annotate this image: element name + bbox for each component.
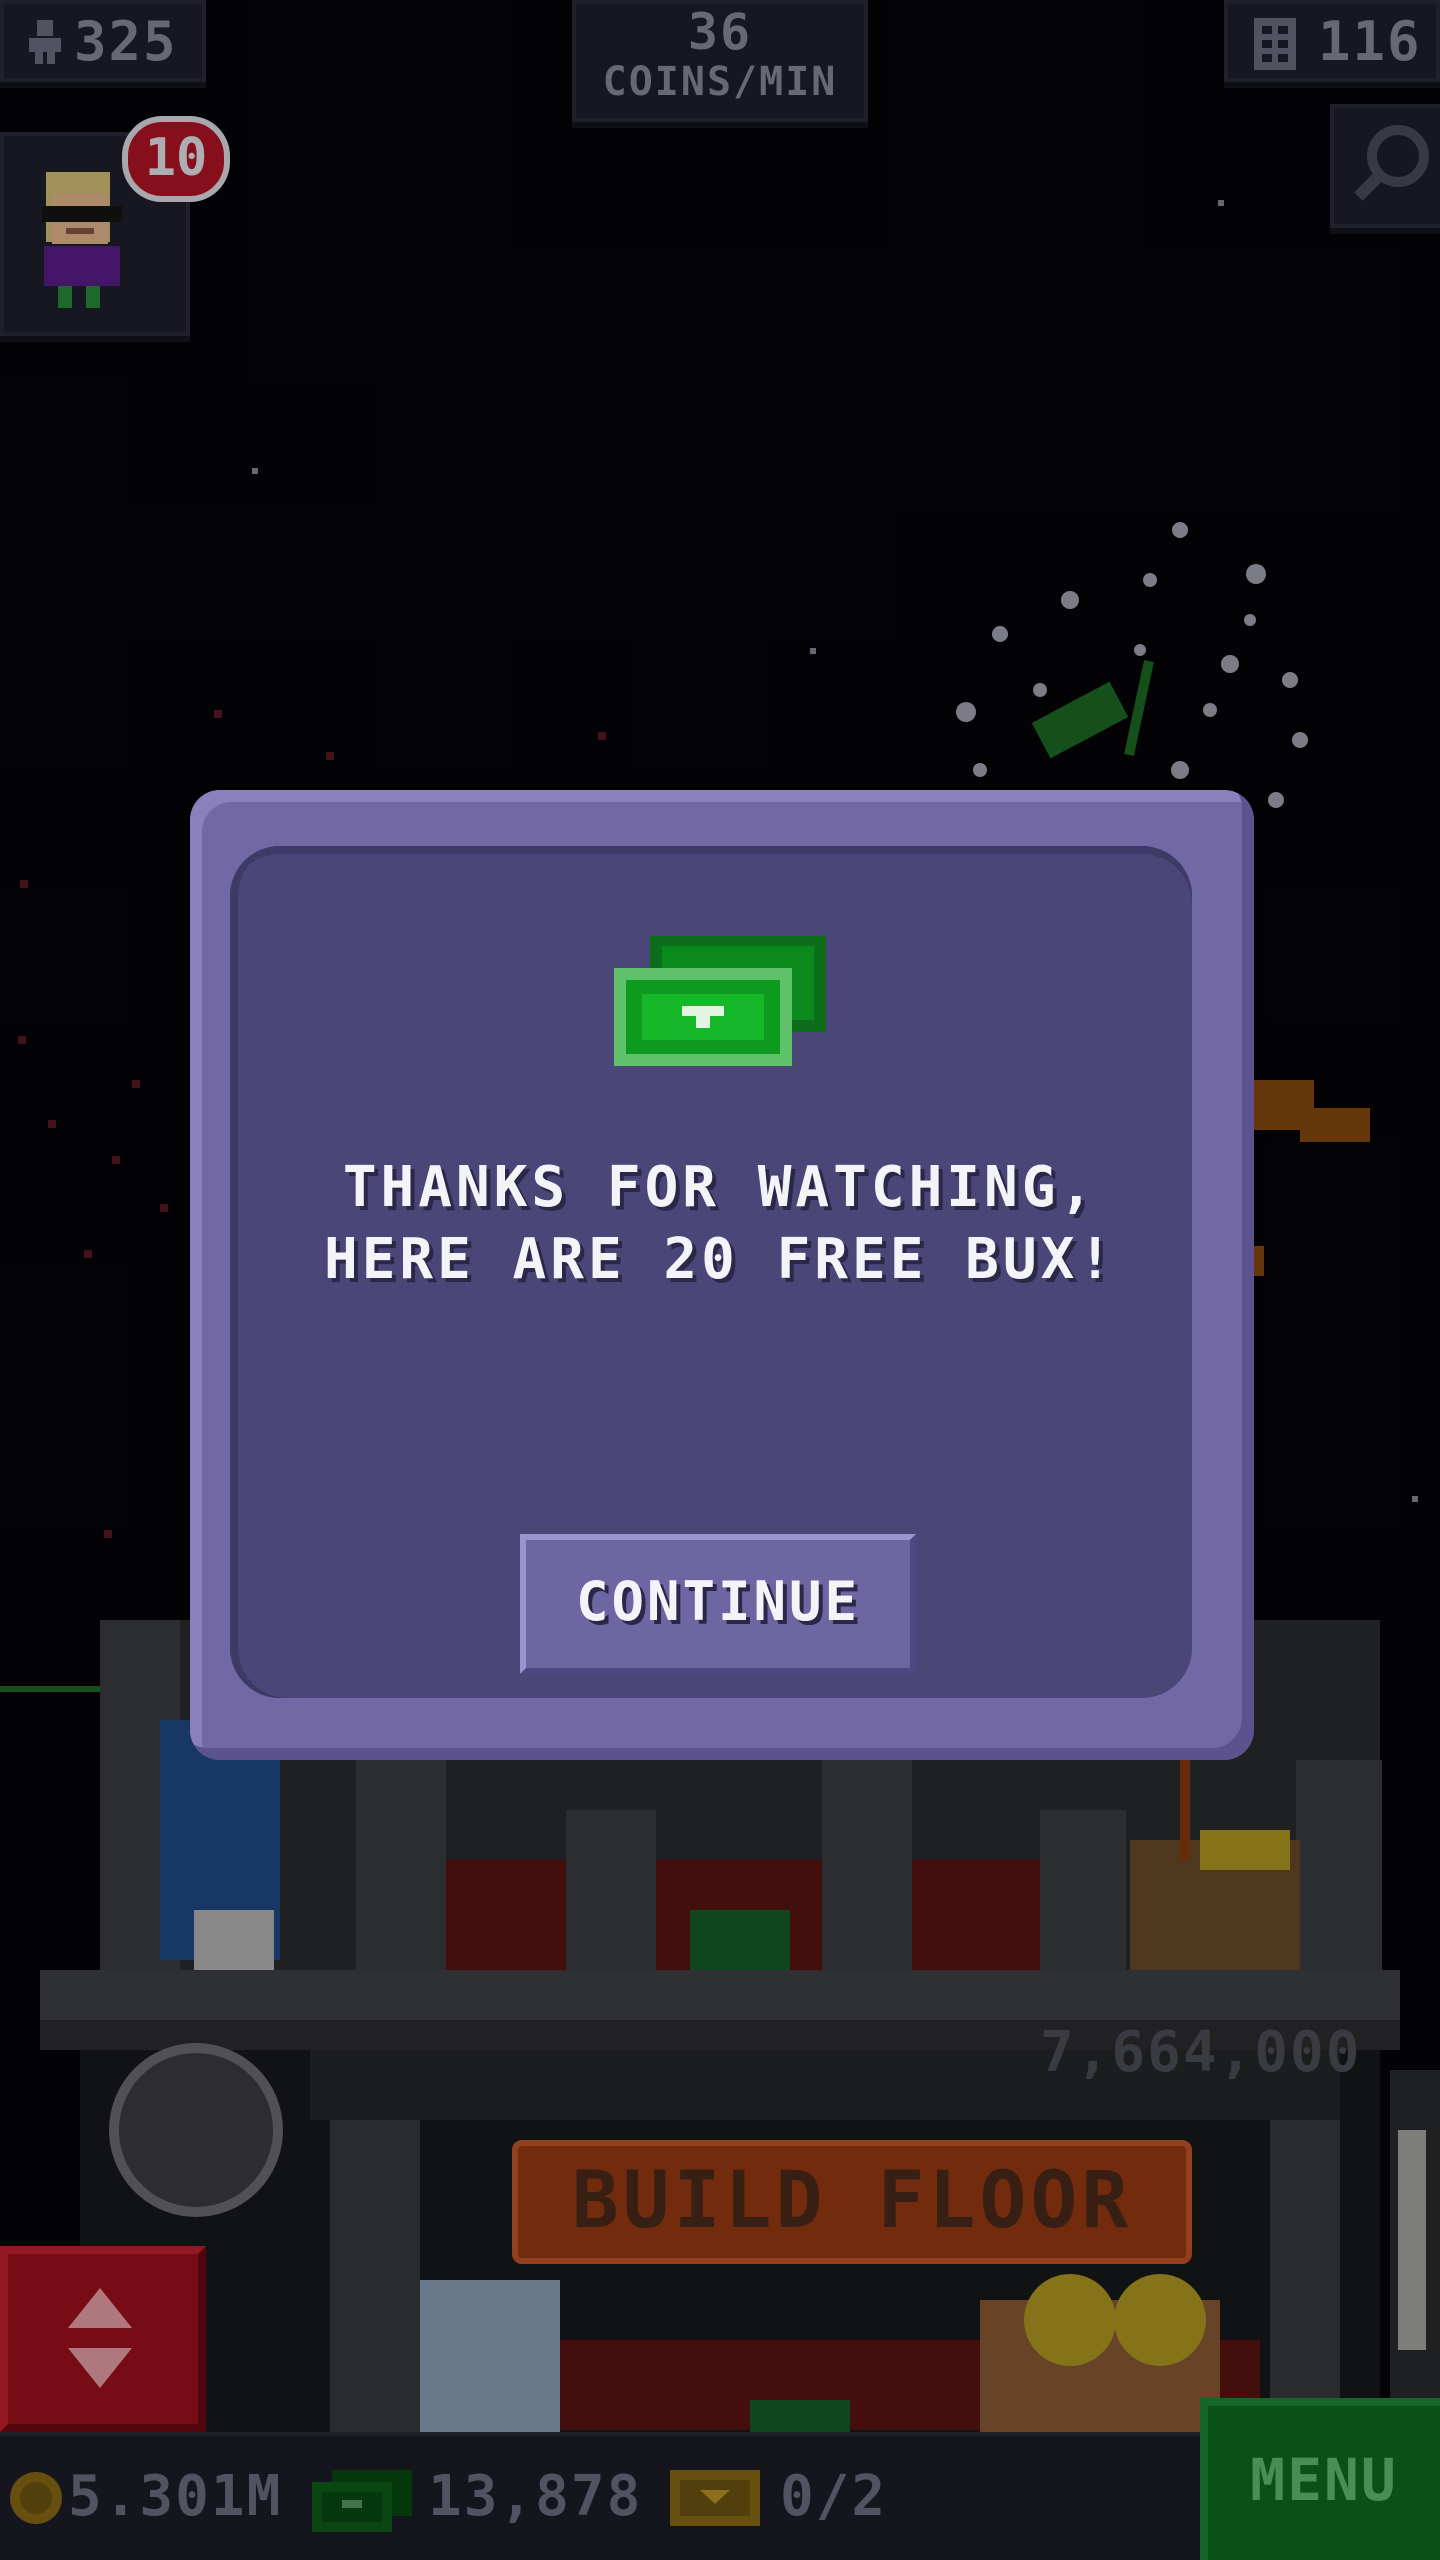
build-floor-cost: 7,664,000 [1040, 2020, 1362, 2085]
visitor-count-badge: 10 [122, 116, 230, 202]
reward-message-line2: HERE ARE 20 FREE BUX! [323, 1227, 1116, 1292]
search-button[interactable] [1330, 104, 1440, 228]
coin-rate-unit: COINS/MIN [602, 59, 838, 105]
coin-icon [10, 2472, 62, 2524]
population-value: 325 [74, 10, 178, 73]
menu-button[interactable]: MENU [1200, 2398, 1440, 2560]
person-icon [29, 20, 61, 64]
up-down-arrows-icon [68, 2288, 132, 2388]
reward-message-line1: THANKS FOR WATCHING, [342, 1155, 1098, 1220]
coin-rate-display: 36 COINS/MIN [572, 0, 868, 122]
reward-message: THANKS FOR WATCHING, HERE ARE 20 FREE BU… [0, 1152, 1440, 1296]
bux-icon [312, 2470, 412, 2532]
tickets-value: 0/2 [780, 2464, 888, 2529]
building-icon [1254, 18, 1296, 70]
floor-counter[interactable]: 116 [1224, 0, 1440, 82]
bux-bill-icon [614, 936, 826, 1066]
coins-value: 5.301M [68, 2464, 283, 2529]
bux-value: 13,878 [428, 2464, 643, 2529]
elevator-button[interactable] [0, 2246, 206, 2432]
magnifier-icon [1354, 125, 1429, 201]
population-counter[interactable]: 325 [0, 0, 206, 82]
ticket-icon [670, 2470, 760, 2526]
visitor-avatar-icon [42, 172, 122, 308]
coin-rate-value: 36 [687, 3, 753, 61]
build-floor-button[interactable]: BUILD FLOOR [512, 2140, 1192, 2264]
continue-button[interactable]: CONTINUE [520, 1534, 916, 1674]
floor-count-value: 116 [1318, 10, 1422, 73]
